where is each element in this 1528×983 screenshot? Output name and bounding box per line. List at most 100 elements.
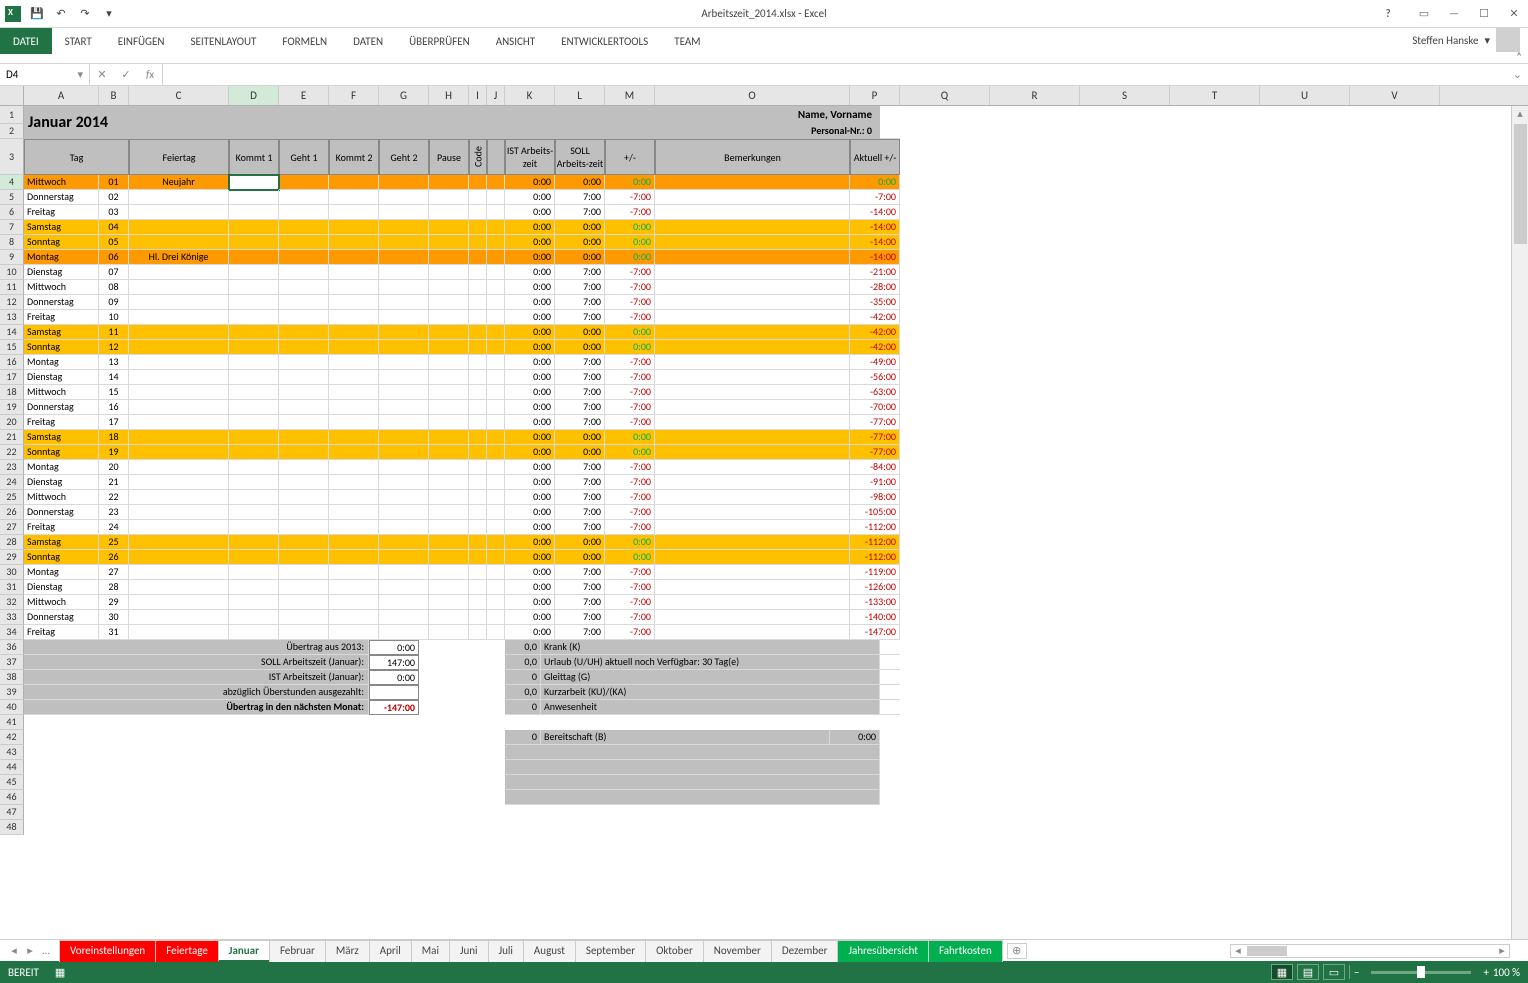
row-header-13[interactable]: 13 [0, 310, 24, 325]
zoom-level[interactable]: 100 % [1493, 966, 1520, 979]
col-header-M[interactable]: M [605, 86, 655, 105]
accept-formula-icon[interactable]: ✓ [114, 68, 138, 81]
sheet-tab-april[interactable]: April [369, 940, 412, 962]
col-header-C[interactable]: C [129, 86, 229, 105]
zoom-slider[interactable] [1371, 971, 1471, 974]
data-row[interactable]: Montag200:007:00-7:00-84:00 [24, 460, 900, 475]
row-header-27[interactable]: 27 [0, 520, 24, 535]
row-header-1[interactable]: 1 [0, 106, 24, 124]
row-header-46[interactable]: 46 [0, 790, 24, 805]
user-account[interactable]: Steffen Hanske▾ [1412, 28, 1520, 52]
row-header-41[interactable]: 41 [0, 715, 24, 730]
data-row[interactable]: Donnerstag020:007:00-7:00-7:00 [24, 190, 900, 205]
sheet-tab-feiertage[interactable]: Feiertage [155, 940, 219, 962]
cancel-formula-icon[interactable]: ✕ [90, 68, 114, 81]
sheet-tab-august[interactable]: August [523, 940, 576, 962]
row-header-8[interactable]: 8 [0, 235, 24, 250]
ribbon-tab-überprüfen[interactable]: ÜBERPRÜFEN [396, 28, 483, 54]
data-row[interactable]: Freitag030:007:00-7:00-14:00 [24, 205, 900, 220]
ribbon-tab-team[interactable]: TEAM [661, 28, 713, 54]
ribbon-tab-start[interactable]: START [52, 28, 105, 54]
col-header-I[interactable]: I [469, 86, 487, 105]
row-header-23[interactable]: 23 [0, 460, 24, 475]
row-header-21[interactable]: 21 [0, 430, 24, 445]
col-header-T[interactable]: T [1170, 86, 1260, 105]
summary-value[interactable]: 0:00 [369, 640, 419, 655]
row-header-44[interactable]: 44 [0, 760, 24, 775]
select-all-corner[interactable] [0, 86, 24, 105]
summary-value[interactable] [369, 685, 419, 700]
macro-record-icon[interactable]: ▦ [55, 966, 65, 979]
data-row[interactable]: Donnerstag230:007:00-7:00-105:00 [24, 505, 900, 520]
col-header-G[interactable]: G [379, 86, 429, 105]
active-cell[interactable] [229, 175, 279, 190]
row-header-28[interactable]: 28 [0, 535, 24, 550]
data-row[interactable]: Dienstag280:007:00-7:00-126:00 [24, 580, 900, 595]
data-row[interactable]: Samstag250:000:000:00-112:00 [24, 535, 900, 550]
row-header-42[interactable]: 42 [0, 730, 24, 745]
excel-app-icon[interactable] [2, 3, 24, 25]
col-header-V[interactable]: V [1350, 86, 1440, 105]
row-header-33[interactable]: 33 [0, 610, 24, 625]
row-header-29[interactable]: 29 [0, 550, 24, 565]
sheet-tab-februar[interactable]: Februar [269, 940, 326, 962]
hscroll-thumb[interactable] [1247, 946, 1287, 956]
page-break-view-icon[interactable]: ▭ [1323, 964, 1345, 980]
row-header-17[interactable]: 17 [0, 370, 24, 385]
col-header-B[interactable]: B [99, 86, 129, 105]
col-header-F[interactable]: F [329, 86, 379, 105]
file-tab[interactable]: DATEI [0, 28, 52, 54]
row-header-9[interactable]: 9 [0, 250, 24, 265]
hscroll-left-icon[interactable]: ◂ [1231, 944, 1245, 957]
tab-nav-next-icon[interactable]: ▸ [22, 944, 38, 957]
scroll-up-icon[interactable]: ▴ [1512, 106, 1528, 122]
col-header-S[interactable]: S [1080, 86, 1170, 105]
col-header-R[interactable]: R [990, 86, 1080, 105]
col-header-Q[interactable]: Q [900, 86, 990, 105]
save-icon[interactable]: 💾 [26, 3, 48, 25]
row-header-4[interactable]: 4 [0, 175, 24, 190]
ribbon-tab-entwicklertools[interactable]: ENTWICKLERTOOLS [548, 28, 661, 54]
sheet-tab-januar[interactable]: Januar [218, 940, 270, 962]
row-header-19[interactable]: 19 [0, 400, 24, 415]
sheet-tab-märz[interactable]: März [325, 940, 370, 962]
ribbon-tab-ansicht[interactable]: ANSICHT [483, 28, 548, 54]
data-row[interactable]: Montag06Hl. Drei Könige0:000:000:00-14:0… [24, 250, 900, 265]
summary-value[interactable]: 0:00 [369, 670, 419, 685]
help-icon[interactable]: ? [1374, 3, 1402, 25]
col-header-P[interactable]: P [850, 86, 900, 105]
maximize-icon[interactable]: ☐ [1470, 3, 1498, 25]
page-layout-view-icon[interactable]: ▤ [1297, 964, 1319, 980]
data-row[interactable]: Sonntag260:000:000:00-112:00 [24, 550, 900, 565]
sheet-tab-juni[interactable]: Juni [449, 940, 489, 962]
row-header-47[interactable]: 47 [0, 805, 24, 820]
row-header-24[interactable]: 24 [0, 475, 24, 490]
normal-view-icon[interactable]: ▦ [1271, 964, 1293, 980]
zoom-in-icon[interactable]: + [1483, 966, 1488, 979]
row-header-15[interactable]: 15 [0, 340, 24, 355]
col-header-E[interactable]: E [279, 86, 329, 105]
row-header-43[interactable]: 43 [0, 745, 24, 760]
data-row[interactable]: Mittwoch01Neujahr0:000:000:000:00 [24, 175, 900, 190]
row-header-7[interactable]: 7 [0, 220, 24, 235]
minimize-icon[interactable]: — [1440, 3, 1468, 25]
row-header-32[interactable]: 32 [0, 595, 24, 610]
row-header-31[interactable]: 31 [0, 580, 24, 595]
data-row[interactable]: Donnerstag090:007:00-7:00-35:00 [24, 295, 900, 310]
row-header-16[interactable]: 16 [0, 355, 24, 370]
row-header-10[interactable]: 10 [0, 265, 24, 280]
data-row[interactable]: Freitag310:007:00-7:00-147:00 [24, 625, 900, 640]
col-header-J[interactable]: J [487, 86, 505, 105]
sheet-tab-oktober[interactable]: Oktober [645, 940, 704, 962]
data-row[interactable]: Freitag240:007:00-7:00-112:00 [24, 520, 900, 535]
row-header-6[interactable]: 6 [0, 205, 24, 220]
data-row[interactable]: Freitag170:007:00-7:00-77:00 [24, 415, 900, 430]
name-box-dropdown-icon[interactable]: ▾ [77, 68, 83, 81]
worksheet-grid[interactable]: ABCDEFGHIJKLMOPQRSTUV 123456789101112131… [0, 86, 1528, 939]
qat-dropdown-icon[interactable]: ▾ [98, 3, 120, 25]
row-header-11[interactable]: 11 [0, 280, 24, 295]
row-header-40[interactable]: 40 [0, 700, 24, 715]
data-row[interactable]: Dienstag140:007:00-7:00-56:00 [24, 370, 900, 385]
data-row[interactable]: Mittwoch220:007:00-7:00-98:00 [24, 490, 900, 505]
data-row[interactable]: Sonntag050:000:000:00-14:00 [24, 235, 900, 250]
